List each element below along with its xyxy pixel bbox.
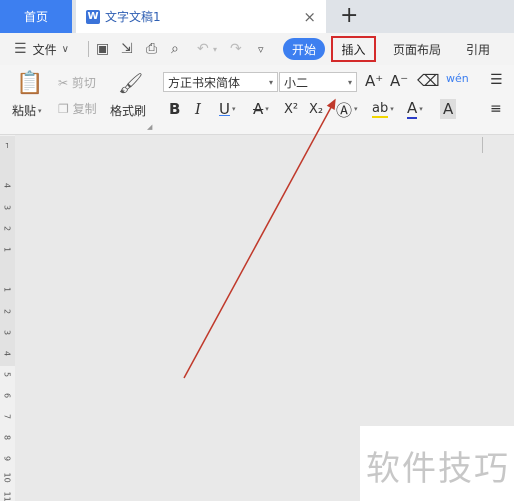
watermark-text: 软件技巧: [366, 449, 510, 489]
